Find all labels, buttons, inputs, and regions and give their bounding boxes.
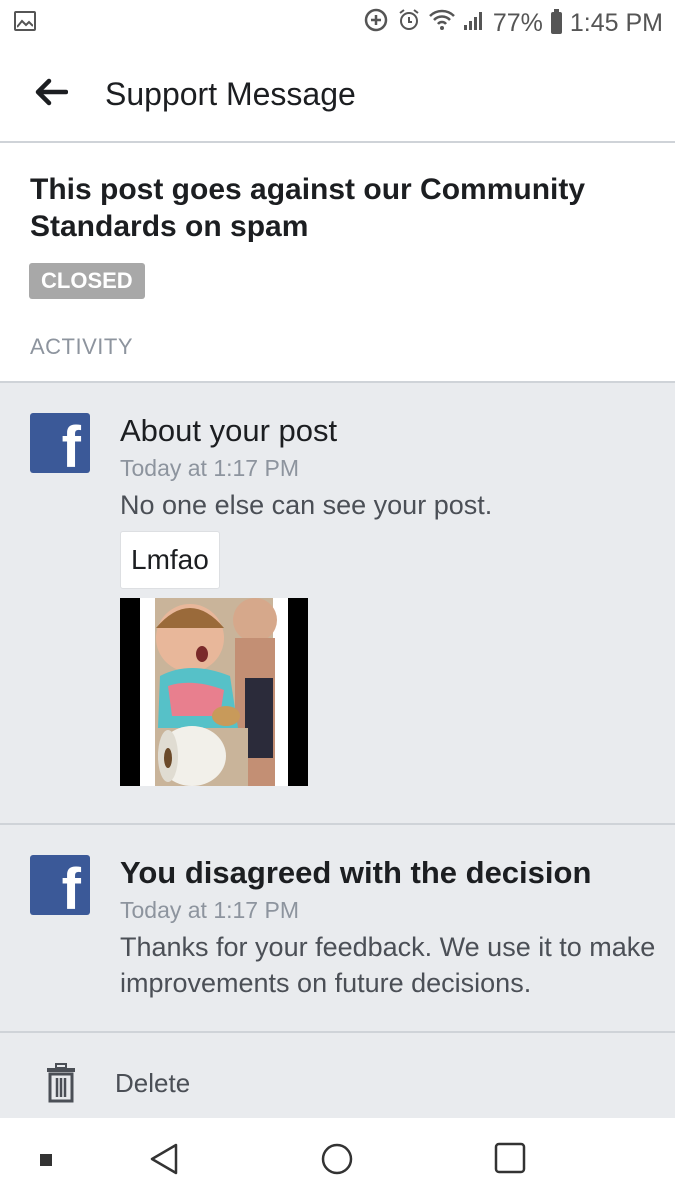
battery-percent: 77% [492,8,543,37]
activity-timestamp: Today at 1:17 PM [120,897,299,923]
activity-feed: f About your post Today at 1:17 PM No on… [0,383,675,1118]
activity-timestamp: Today at 1:17 PM [120,455,299,481]
back-arrow-icon[interactable] [34,78,74,110]
activity-item-disagreed: f You disagreed with the decision Today … [0,825,675,1033]
activity-item-about-post: f About your post Today at 1:17 PM No on… [0,383,675,823]
activity-body: Thanks for your feedback. We use it to m… [120,932,656,998]
alarm-icon [397,8,421,39]
battery-icon [550,9,562,34]
delete-label: Delete [115,1068,191,1098]
activity-body: No one else can see your post. [120,490,493,520]
facebook-icon: f [30,855,90,915]
activity-title: About your post [120,413,338,448]
status-bar: 77% 1:45 PM [0,0,675,46]
wifi-icon [428,9,455,38]
post-caption: Lmfao [120,531,220,589]
back-nav-icon[interactable] [148,1142,180,1181]
system-navigation-bar [0,1118,675,1200]
activity-section-label: ACTIVITY [30,334,134,359]
overview-nav-icon[interactable] [494,1142,526,1179]
delete-button[interactable]: Delete [0,1035,675,1118]
status-badge: CLOSED [29,263,145,299]
divider [0,1031,675,1033]
app-header: Support Message [0,46,675,143]
post-video-thumbnail[interactable] [120,598,308,786]
ticket-title: This post goes against our Community Sta… [30,173,586,243]
trash-icon [47,1063,75,1103]
ticket-summary: This post goes against our Community Sta… [0,143,675,383]
gallery-icon [14,11,36,31]
recent-dot-icon[interactable] [40,1153,52,1171]
page-title: Support Message [105,76,356,112]
clock: 1:45 PM [569,8,663,37]
facebook-icon: f [30,413,90,473]
data-saver-icon [363,7,389,40]
activity-title: You disagreed with the decision [120,855,592,890]
signal-icon [463,9,485,38]
home-nav-icon[interactable] [320,1142,354,1181]
